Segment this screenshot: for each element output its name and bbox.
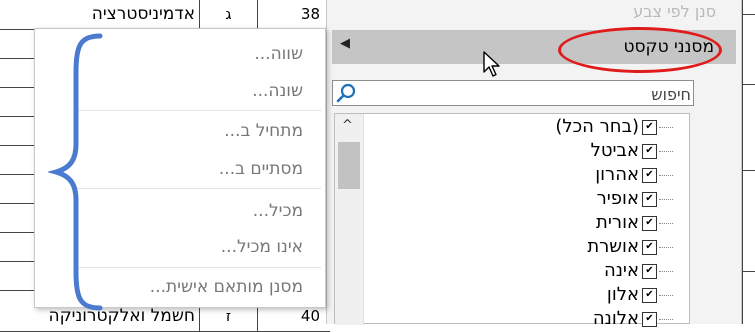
menu-item-contains[interactable]: מכיל... (253, 201, 303, 221)
sort-by-color-label: סנן לפי צבע (633, 2, 716, 21)
submenu-arrow-icon: ◀ (340, 36, 350, 51)
tree-connector (659, 127, 673, 128)
red-highlight-ellipse (558, 27, 722, 73)
cell-department[interactable]: אדמיניסטרציה (0, 0, 200, 29)
list-item-label: אלונה (592, 308, 639, 329)
list-item-label: אורית (596, 212, 639, 233)
list-item[interactable]: ✔ אורית (363, 212, 689, 236)
list-item[interactable]: ✔ אהרון (363, 164, 689, 188)
blue-brace-annotation (48, 33, 103, 311)
menu-item-ends-with[interactable]: מסתיים ב... (219, 159, 303, 179)
list-item[interactable]: ✔ (בחר הכל) (363, 116, 689, 140)
tree-connector (659, 319, 673, 320)
list-item[interactable]: ✔ אושרת (363, 236, 689, 260)
tree-connector (659, 295, 673, 296)
list-item-label: (בחר הכל) (555, 116, 639, 137)
scrollbar-thumb[interactable] (338, 142, 360, 189)
menu-item-equals[interactable]: שווה... (254, 44, 303, 64)
tree-connector (659, 199, 673, 200)
checkbox-checked[interactable]: ✔ (642, 312, 657, 327)
list-item-label: אלון (606, 284, 639, 305)
filter-values-list: ^ ✔ (בחר הכל) ✔ אביטל ✔ אהרון ✔ אופיר ✔ … (334, 113, 690, 329)
menu-item-begins-with[interactable]: מתחיל ב... (224, 121, 303, 141)
checkbox-checked[interactable]: ✔ (642, 216, 657, 231)
list-item[interactable]: ✔ אינה (363, 260, 689, 284)
cell-number[interactable]: 38 (258, 0, 330, 29)
scroll-up-icon[interactable]: ^ (342, 118, 353, 133)
grid-row-line (742, 84, 755, 85)
menu-item-does-not-contain[interactable]: אינו מכיל... (221, 237, 303, 257)
list-item[interactable]: ✔ אביטל (363, 140, 689, 164)
tree-connector (659, 151, 673, 152)
list-item-label: אהרון (595, 164, 639, 185)
checkbox-checked[interactable]: ✔ (642, 240, 657, 255)
grid-column-line (742, 0, 743, 324)
menu-item-custom-filter[interactable]: מסנן מותאם אישית... (150, 277, 303, 297)
menu-item-not-equal[interactable]: שונה... (252, 81, 303, 101)
checkbox-checked[interactable]: ✔ (642, 144, 657, 159)
tree-connector (659, 223, 673, 224)
tree-connector (659, 271, 673, 272)
checkbox-checked[interactable]: ✔ (642, 120, 657, 135)
list-item-label: אינה (603, 260, 639, 281)
mouse-cursor-icon (483, 51, 500, 77)
list-item-label: אביטל (590, 140, 639, 161)
checkbox-checked[interactable]: ✔ (642, 192, 657, 207)
checkbox-checked[interactable]: ✔ (642, 168, 657, 183)
table-row[interactable]: אדמיניסטרציה ג 38 (0, 0, 330, 30)
menu-separator (75, 267, 321, 268)
sort-by-color-item[interactable]: סנן לפי צבע (326, 0, 742, 28)
checkbox-checked[interactable]: ✔ (642, 288, 657, 303)
checkbox-checked[interactable]: ✔ (642, 264, 657, 279)
grid-row-line (742, 271, 755, 272)
list-item-label: אושרת (587, 236, 639, 257)
search-icon (336, 83, 356, 103)
list-item[interactable]: ✔ אופיר (363, 188, 689, 212)
list-item[interactable]: ✔ אלונה (363, 308, 689, 332)
grid-row-line (742, 170, 755, 171)
cell-group[interactable]: ג (200, 0, 258, 29)
search-box[interactable] (332, 80, 694, 106)
menu-separator (75, 188, 321, 189)
list-item[interactable]: ✔ אלון (363, 284, 689, 308)
grid-row-line (742, 14, 755, 15)
tree-connector (659, 247, 673, 248)
tree-connector (659, 175, 673, 176)
list-scrollbar[interactable]: ^ (335, 114, 364, 325)
list-item-label: אופיר (596, 188, 639, 209)
search-input[interactable] (359, 83, 693, 105)
menu-separator (75, 110, 321, 111)
